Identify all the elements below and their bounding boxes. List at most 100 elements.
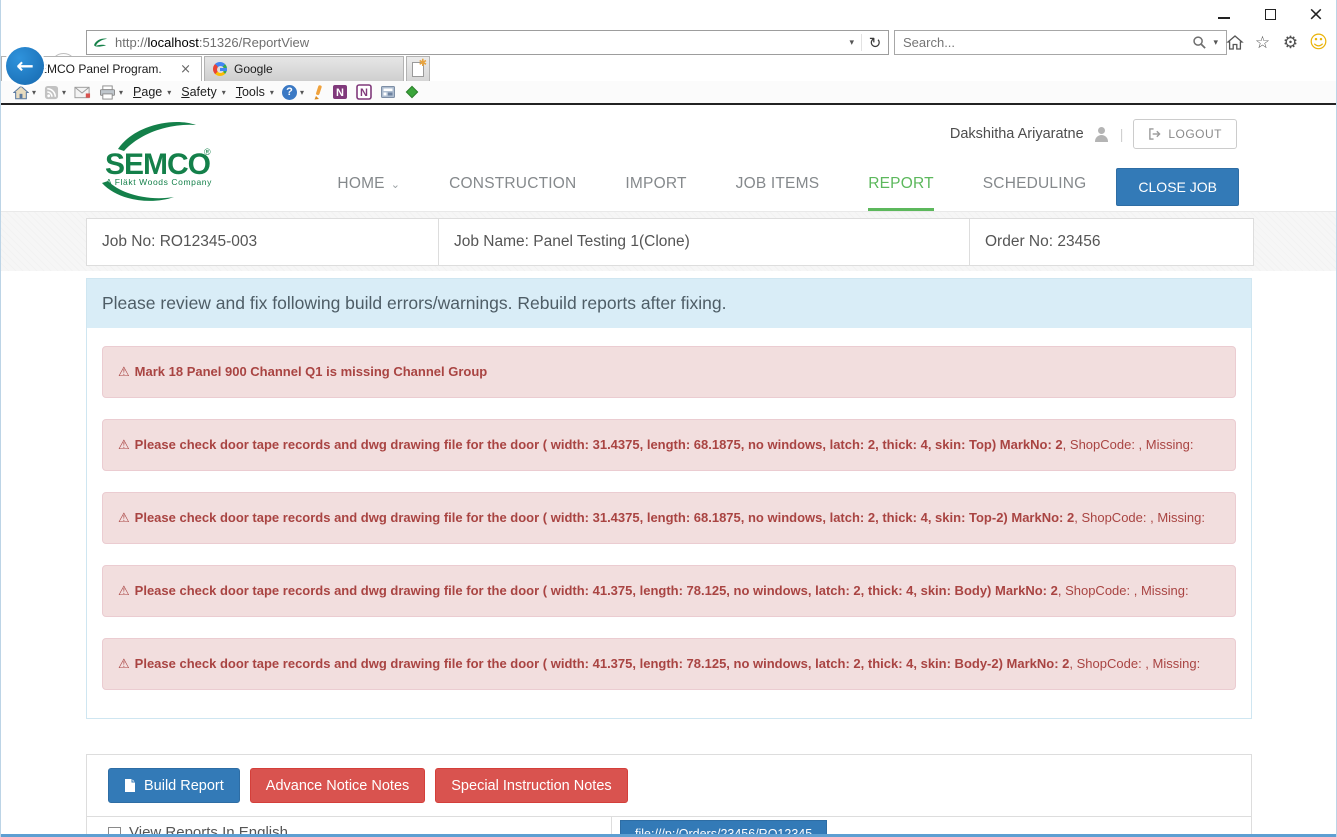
logout-button[interactable]: LOGOUT	[1133, 119, 1237, 149]
addon-tool-button[interactable]	[376, 84, 400, 100]
job-no-cell: Job No: RO12345-003	[87, 219, 438, 265]
nav-item-home[interactable]: HOME ⌄	[337, 175, 400, 211]
error-text-tail: , ShopCode: , Missing:	[1063, 437, 1194, 452]
feeds-button[interactable]: ▾	[40, 85, 70, 100]
page-menu-label: Page	[131, 84, 164, 100]
refresh-icon[interactable]: ↻	[862, 34, 888, 52]
help-icon: ?	[282, 85, 297, 100]
back-button[interactable]: ←	[6, 47, 44, 85]
print-button[interactable]: ▾	[95, 85, 127, 100]
tab-google[interactable]: Google	[204, 56, 404, 81]
send-to-onenote-button[interactable]: N	[328, 84, 352, 100]
nav-item-report[interactable]: REPORT	[868, 175, 934, 211]
tools-menu-label: Tools	[234, 84, 267, 100]
order-no-cell: Order No: 23456	[969, 219, 1253, 265]
nav-import-label: IMPORT	[625, 175, 686, 193]
tab-close-icon[interactable]: ×	[178, 62, 193, 77]
account-area: Dakshitha Ariyaratne | LOGOUT	[950, 117, 1237, 151]
logo-registered-mark: ®	[204, 147, 211, 157]
tools-menu[interactable]: Tools ▾	[230, 84, 278, 100]
minimize-icon	[1218, 17, 1230, 19]
special-instruction-notes-button[interactable]: Special Instruction Notes	[435, 768, 627, 803]
maximize-button[interactable]	[1260, 5, 1280, 23]
url-bar[interactable]: http://localhost:51326/ReportView ▾ ↻	[86, 30, 889, 55]
read-mail-button[interactable]	[70, 86, 95, 99]
user-icon	[1094, 127, 1110, 142]
settings-gear-icon[interactable]: ⚙	[1278, 31, 1303, 54]
command-bar: ▾ ▾ ▾ Page ▾ Safety ▾ Tools ▾ ? ▾	[1, 81, 1336, 103]
warning-icon: ⚠	[118, 438, 130, 453]
nav-item-import[interactable]: IMPORT	[625, 175, 686, 211]
error-text-tail: , ShopCode: , Missing:	[1069, 656, 1200, 671]
nav-construction-label: CONSTRUCTION	[449, 175, 576, 193]
nav-home-label: HOME	[337, 175, 384, 193]
error-text: Please check door tape records and dwg d…	[135, 583, 1058, 598]
favorites-star-icon[interactable]: ☆	[1250, 31, 1275, 54]
report-actions-panel: Build Report Advance Notice Notes Specia…	[86, 754, 1252, 835]
main-nav: HOME ⌄ CONSTRUCTION IMPORT JOB ITEMS REP…	[337, 168, 1239, 211]
chevron-down-icon: ⌄	[391, 178, 400, 191]
nav-item-scheduling[interactable]: SCHEDULING	[983, 175, 1087, 211]
job-name-cell: Job Name: Panel Testing 1(Clone)	[438, 219, 969, 265]
build-error-alert: ⚠ Please check door tape records and dwg …	[102, 565, 1236, 617]
error-text: Please check door tape records and dwg d…	[135, 437, 1063, 452]
close-button[interactable]: ×	[1306, 5, 1326, 23]
google-g-icon	[213, 62, 227, 76]
addon-pen-button[interactable]	[308, 84, 328, 100]
report-options-row: View Reports In English file:///p:/Order…	[87, 816, 1251, 835]
error-text: Please check door tape records and dwg d…	[135, 510, 1075, 525]
build-error-alert: ⚠Please check door tape records and dwg …	[102, 492, 1236, 544]
onenote-linked-notes-button[interactable]: N	[352, 84, 376, 100]
build-errors-list: ⚠ Mark 18 Panel 900 Channel Q1 is missing…	[87, 328, 1251, 690]
minimize-button[interactable]	[1214, 5, 1234, 23]
svg-text:N: N	[360, 87, 368, 99]
user-name: Dakshitha Ariyaratne	[950, 126, 1084, 142]
build-error-alert: ⚠ Mark 18 Panel 900 Channel Q1 is missing…	[102, 346, 1236, 398]
close-job-label: CLOSE JOB	[1138, 179, 1217, 195]
new-tab-icon: ✱	[412, 62, 424, 77]
warning-icon: ⚠	[118, 657, 130, 672]
help-button[interactable]: ? ▾	[278, 85, 308, 100]
nav-item-job-items[interactable]: JOB ITEMS	[736, 175, 820, 211]
addon-diamond-button[interactable]	[400, 84, 424, 100]
nav-scheduling-label: SCHEDULING	[983, 175, 1087, 193]
url-path: :51326/ReportView	[199, 35, 309, 50]
tab-bar: SEMCO Panel Program. × Google ✱	[1, 56, 1336, 81]
warning-icon: ⚠	[118, 584, 130, 599]
search-icon[interactable]	[1190, 35, 1209, 50]
url-dropdown-icon[interactable]: ▾	[842, 38, 861, 48]
warning-icon: ⚠	[118, 365, 130, 380]
address-bar-row: ← → http://localhost:51326/ReportView ▾ …	[1, 28, 1336, 56]
home-dropdown-icon: ▾	[32, 88, 36, 97]
feedback-smiley-icon[interactable]: ☺	[1306, 31, 1331, 54]
nav-item-construction[interactable]: CONSTRUCTION	[449, 175, 576, 211]
feeds-dropdown-icon: ▾	[62, 88, 66, 97]
page-menu[interactable]: Page ▾	[127, 84, 175, 100]
new-tab-button[interactable]: ✱	[406, 56, 430, 81]
nav-report-label: REPORT	[868, 175, 934, 193]
error-text: Please check door tape records and dwg d…	[135, 656, 1070, 671]
safety-menu[interactable]: Safety ▾	[175, 84, 229, 100]
build-error-alert: ⚠ Please check door tape records and dwg …	[102, 419, 1236, 471]
advance-notice-notes-button[interactable]: Advance Notice Notes	[250, 768, 425, 803]
url-host: localhost	[148, 35, 199, 50]
logout-label: LOGOUT	[1168, 127, 1222, 141]
error-text: Mark 18 Panel 900 Channel Q1 is missing …	[135, 364, 488, 379]
home-page-button[interactable]: ▾	[9, 85, 40, 100]
maximize-icon	[1265, 9, 1276, 20]
page-menu-dropdown-icon: ▾	[167, 88, 171, 97]
print-dropdown-icon: ▾	[119, 88, 123, 97]
tab-title: SEMCO Panel Program.	[31, 62, 178, 76]
close-icon: ×	[1308, 5, 1324, 24]
close-job-button[interactable]: CLOSE JOB	[1116, 168, 1239, 206]
logo-tagline: A Fläkt Woods Company	[106, 177, 212, 187]
url-scheme: http://	[115, 35, 148, 50]
special-instruction-notes-label: Special Instruction Notes	[451, 778, 611, 794]
build-errors-panel: Please review and fix following build er…	[86, 278, 1252, 719]
home-button[interactable]	[1222, 31, 1247, 54]
build-report-button[interactable]: Build Report	[108, 768, 240, 803]
report-file-link[interactable]: file:///p:/Orders/23456/RO12345	[620, 820, 827, 835]
search-input[interactable]	[895, 35, 1190, 50]
build-error-alert: ⚠ Please check door tape records and dwg …	[102, 638, 1236, 690]
semco-logo: SEMCO ® A Fläkt Woods Company	[100, 117, 222, 201]
